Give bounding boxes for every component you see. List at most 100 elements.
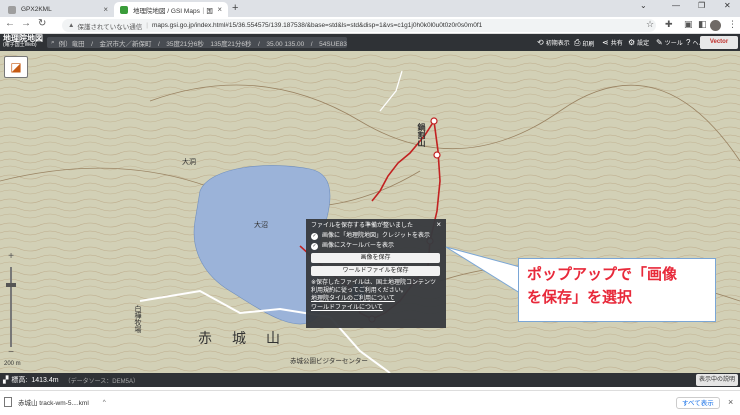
download-bar: 赤城山 track-wm-5....kml ^ すべて表示 × <box>0 390 740 415</box>
show-all-downloads-button[interactable]: すべて表示 <box>676 397 720 409</box>
tab-close-icon[interactable]: × <box>103 5 108 14</box>
download-item[interactable]: 赤城山 track-wm-5....kml ^ <box>4 397 106 407</box>
zoom-in-button[interactable]: + <box>4 251 18 263</box>
world-file-link[interactable]: ワールドファイルについて <box>311 304 441 312</box>
tools-button[interactable]: ✎ ツール <box>656 38 683 47</box>
tab-close-icon[interactable]: × <box>217 5 222 14</box>
elevation-icon: ▞ <box>3 377 9 384</box>
minimize-icon[interactable]: — <box>672 1 680 10</box>
save-world-file-button[interactable]: ワールドファイルを保存 <box>311 266 440 277</box>
tab-gsi-maps[interactable]: 地理院地図 / GSI Maps｜国土地… × <box>114 2 228 17</box>
extensions-icon[interactable]: ✚ <box>665 19 673 30</box>
download-filename: 赤城山 track-wm-5....kml <box>18 400 89 407</box>
search-input[interactable]: ⌕ 例）竜田 / 金沢市大／新保町 / 35度21分6秒 135度21分6秒 /… <box>47 37 347 48</box>
callout-line-1: ポップアップで「画像 <box>527 266 678 283</box>
map-label-peak: 鍋割山 <box>417 123 426 147</box>
layers-button[interactable]: ◪ <box>4 56 28 78</box>
tab-gpx2kml[interactable]: GPX2KML × <box>2 2 114 17</box>
instruction-callout: ポップアップで「画像 を保存」を選択 <box>518 258 716 322</box>
print-label: 印刷 <box>582 41 595 48</box>
tools-icon: ✎ <box>656 38 663 47</box>
share-icon: ⋖ <box>602 38 609 47</box>
search-placeholder: 例）竜田 / 金沢市大／新保町 / 35度21分6秒 135度21分6秒 / 3… <box>58 40 347 48</box>
zoom-out-button[interactable]: − <box>4 347 18 359</box>
chevron-down-icon[interactable]: ⌄ <box>640 1 647 10</box>
close-icon[interactable]: ✕ <box>724 1 731 10</box>
share-label: 共有 <box>610 41 623 47</box>
address-toolbar: ← → ↻ ▲ 保護されていない通信 | maps.gsi.go.jp/inde… <box>0 17 740 34</box>
print-icon: ⎙ <box>574 38 581 47</box>
help-icon: ? <box>686 38 691 47</box>
url-text[interactable]: maps.gsi.go.jp/index.html#15/36.554575/1… <box>152 22 482 29</box>
map-status-bar: ▞ 標高: 1413.4m （データソース：DEM5A） 表示中の説明 <box>0 373 740 387</box>
popup-close-button[interactable]: × <box>436 220 441 231</box>
tab-title: 地理院地図 / GSI Maps｜国土地… <box>133 7 213 15</box>
logo-subtitle: (電子国土Web) <box>3 42 37 48</box>
save-file-popup: × ファイルを保存する準備が整いました ✓ 画像に「地理院地図」クレジットを表示… <box>306 219 446 328</box>
elevation-value: 1413.4m <box>31 376 59 384</box>
back-arrow-icon[interactable]: ← <box>5 18 15 29</box>
settings-label: 設定 <box>637 41 650 47</box>
gpx2kml-favicon-icon <box>8 5 16 14</box>
settings-button[interactable]: ⚙ 設定 <box>628 38 649 47</box>
usage-note: ※保存したファイルは、国土地理院コンテンツ利用規約に従ってご利用ください。 <box>311 280 437 295</box>
separator: | <box>146 22 148 29</box>
browser-tab-strip: GPX2KML × 地理院地図 / GSI Maps｜国土地… × + ⌄ — … <box>0 0 740 17</box>
check-icon: ✓ <box>311 232 318 240</box>
elevation-source: （データソース：DEM5A） <box>64 378 139 385</box>
share-button[interactable]: ⋖ 共有 <box>602 38 623 47</box>
credit-checkbox[interactable]: ✓ 画像に「地理院地図」クレジットを表示 <box>311 232 441 240</box>
save-image-button[interactable]: 画像を保存 <box>311 253 440 264</box>
map-canvas[interactable]: 鍋割山 大洞 大沼 赤 城 山 白樺牧場 赤城公園ビジターセンター ◪ + − … <box>0 51 740 373</box>
sidebar-icon[interactable]: ▣ <box>684 19 693 30</box>
star-icon[interactable]: ☆ <box>646 19 654 30</box>
reload-icon[interactable]: ↻ <box>38 18 46 29</box>
warning-icon: ▲ <box>68 22 75 29</box>
zoom-control: + − <box>4 251 18 361</box>
map-label-place: 大洞 <box>182 159 196 166</box>
tile-usage-link[interactable]: 地理院タイルのご利用について <box>311 295 441 303</box>
tab-title: GPX2KML <box>21 6 52 13</box>
reset-view-button[interactable]: ⟲ 初期表示 <box>537 38 570 47</box>
profile-avatar-icon[interactable] <box>710 20 721 31</box>
zoom-slider-handle[interactable] <box>6 283 16 287</box>
check-icon: ✓ <box>311 242 318 250</box>
credit-checkbox-label: 画像に「地理院地図」クレジットを表示 <box>322 233 431 240</box>
map-label-lake: 大沼 <box>254 222 268 229</box>
plus-icon[interactable]: + <box>232 2 238 14</box>
maximize-icon[interactable]: ❐ <box>698 1 705 10</box>
vector-badge[interactable]: Vector <box>700 36 738 49</box>
chevron-up-icon[interactable]: ^ <box>103 399 106 406</box>
scale-bar: 200 m <box>4 361 21 367</box>
bookmark-icon[interactable]: ◧ <box>698 19 707 30</box>
layers-icon: ◪ <box>10 60 22 74</box>
forward-arrow-icon[interactable]: → <box>21 18 31 29</box>
scalebar-checkbox[interactable]: ✓ 画像にスケールバーを表示 <box>311 242 441 250</box>
map-label-akagi-2: 城 <box>232 330 246 346</box>
tools-label: ツール <box>664 41 683 47</box>
address-bar[interactable]: ▲ 保護されていない通信 | maps.gsi.go.jp/index.html… <box>62 19 656 32</box>
popup-title: ファイルを保存する準備が整いました <box>311 223 414 229</box>
security-indicator[interactable]: 保護されていない通信 <box>77 21 142 31</box>
gear-icon: ⚙ <box>628 38 636 47</box>
map-label-akagi-3: 山 <box>266 330 280 346</box>
map-label-place: 白樺牧場 <box>134 305 141 333</box>
gsi-header: 地理院地図 (電子国土Web) ⌕ 例）竜田 / 金沢市大／新保町 / 35度2… <box>0 34 740 51</box>
menu-kebab-icon[interactable]: ⋮ <box>728 19 737 30</box>
print-button[interactable]: ⎙ 印刷 <box>574 38 594 48</box>
search-icon: ⌕ <box>51 38 55 46</box>
reset-view-icon: ⟲ <box>537 38 544 47</box>
elevation-readout: ▞ 標高: 1413.4m （データソース：DEM5A） <box>3 375 139 385</box>
callout-line-2: を保存」を選択 <box>527 288 633 306</box>
legend-button[interactable]: 表示中の説明 <box>695 374 738 386</box>
scalebar-checkbox-label: 画像にスケールバーを表示 <box>322 243 395 250</box>
map-label-akagi-1: 赤 <box>198 330 214 346</box>
zoom-slider-track[interactable] <box>10 267 12 347</box>
gsi-logo[interactable]: 地理院地図 (電子国土Web) <box>3 35 43 48</box>
file-icon <box>4 397 12 407</box>
gsi-favicon-icon <box>120 5 128 14</box>
elevation-label: 標高: <box>11 377 28 384</box>
reset-view-label: 初期表示 <box>545 41 570 47</box>
map-label-place: 赤城公園ビジターセンター <box>290 358 368 365</box>
download-bar-close-icon[interactable]: × <box>728 397 733 407</box>
